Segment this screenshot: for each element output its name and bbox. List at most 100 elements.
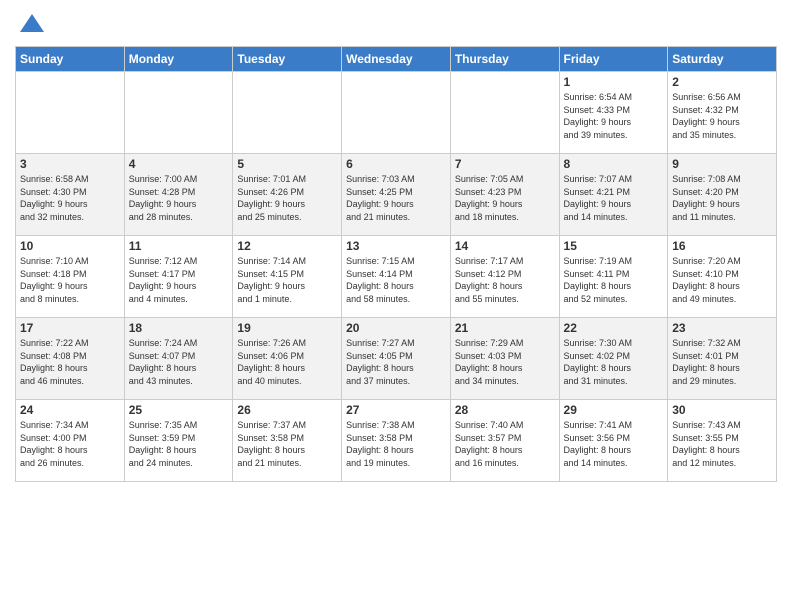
day-number: 25 [129, 403, 229, 417]
day-info: Sunrise: 7:03 AM Sunset: 4:25 PM Dayligh… [346, 173, 446, 223]
day-info: Sunrise: 7:00 AM Sunset: 4:28 PM Dayligh… [129, 173, 229, 223]
calendar-cell: 22 Sunrise: 7:30 AM Sunset: 4:02 PM Dayli… [559, 318, 668, 400]
day-number: 6 [346, 157, 446, 171]
day-info: Sunrise: 7:12 AM Sunset: 4:17 PM Dayligh… [129, 255, 229, 305]
calendar-header-monday: Monday [124, 47, 233, 72]
calendar-cell: 27 Sunrise: 7:38 AM Sunset: 3:58 PM Dayli… [342, 400, 451, 482]
calendar-cell: 8 Sunrise: 7:07 AM Sunset: 4:21 PM Daylig… [559, 154, 668, 236]
calendar-body: 1 Sunrise: 6:54 AM Sunset: 4:33 PM Daylig… [16, 72, 777, 482]
day-number: 11 [129, 239, 229, 253]
day-number: 9 [672, 157, 772, 171]
day-number: 7 [455, 157, 555, 171]
calendar-cell: 26Sunrise: 7:37 AM Sunset: 3:58 PM Dayli… [233, 400, 342, 482]
day-info: Sunrise: 7:35 AM Sunset: 3:59 PM Dayligh… [129, 419, 229, 469]
calendar-cell: 3 Sunrise: 6:58 AM Sunset: 4:30 PM Daylig… [16, 154, 125, 236]
calendar-header-wednesday: Wednesday [342, 47, 451, 72]
day-number: 17 [20, 321, 120, 335]
day-info: Sunrise: 7:26 AM Sunset: 4:06 PM Dayligh… [237, 337, 337, 387]
day-info: Sunrise: 7:01 AM Sunset: 4:26 PM Dayligh… [237, 173, 337, 223]
calendar-cell: 9 Sunrise: 7:08 AM Sunset: 4:20 PM Daylig… [668, 154, 777, 236]
day-number: 29 [564, 403, 664, 417]
page: SundayMondayTuesdayWednesdayThursdayFrid… [0, 0, 792, 612]
day-info: Sunrise: 7:30 AM Sunset: 4:02 PM Dayligh… [564, 337, 664, 387]
day-number: 16 [672, 239, 772, 253]
calendar-cell: 20 Sunrise: 7:27 AM Sunset: 4:05 PM Dayli… [342, 318, 451, 400]
calendar-cell [233, 72, 342, 154]
calendar-cell: 1 Sunrise: 6:54 AM Sunset: 4:33 PM Daylig… [559, 72, 668, 154]
day-number: 30 [672, 403, 772, 417]
calendar-cell: 11 Sunrise: 7:12 AM Sunset: 4:17 PM Dayli… [124, 236, 233, 318]
day-info: Sunrise: 7:29 AM Sunset: 4:03 PM Dayligh… [455, 337, 555, 387]
calendar-week-3: 10 Sunrise: 7:10 AM Sunset: 4:18 PM Dayli… [16, 236, 777, 318]
day-info: Sunrise: 7:32 AM Sunset: 4:01 PM Dayligh… [672, 337, 772, 387]
day-number: 8 [564, 157, 664, 171]
calendar-week-1: 1 Sunrise: 6:54 AM Sunset: 4:33 PM Daylig… [16, 72, 777, 154]
day-number: 1 [564, 75, 664, 89]
day-info: Sunrise: 7:27 AM Sunset: 4:05 PM Dayligh… [346, 337, 446, 387]
day-info: Sunrise: 7:17 AM Sunset: 4:12 PM Dayligh… [455, 255, 555, 305]
calendar-header-thursday: Thursday [450, 47, 559, 72]
day-info: Sunrise: 7:22 AM Sunset: 4:08 PM Dayligh… [20, 337, 120, 387]
calendar-cell: 13 Sunrise: 7:15 AM Sunset: 4:14 PM Dayli… [342, 236, 451, 318]
calendar-table: SundayMondayTuesdayWednesdayThursdayFrid… [15, 46, 777, 482]
calendar-header-row: SundayMondayTuesdayWednesdayThursdayFrid… [16, 47, 777, 72]
calendar-cell [124, 72, 233, 154]
calendar-cell: 18 Sunrise: 7:24 AM Sunset: 4:07 PM Dayli… [124, 318, 233, 400]
calendar-header-sunday: Sunday [16, 47, 125, 72]
day-number: 19 [237, 321, 337, 335]
calendar-cell: 4 Sunrise: 7:00 AM Sunset: 4:28 PM Daylig… [124, 154, 233, 236]
day-number: 21 [455, 321, 555, 335]
calendar-cell: 19 Sunrise: 7:26 AM Sunset: 4:06 PM Dayli… [233, 318, 342, 400]
day-number: 5 [237, 157, 337, 171]
day-info: Sunrise: 7:34 AM Sunset: 4:00 PM Dayligh… [20, 419, 120, 469]
day-info: Sunrise: 7:07 AM Sunset: 4:21 PM Dayligh… [564, 173, 664, 223]
day-info: Sunrise: 7:38 AM Sunset: 3:58 PM Dayligh… [346, 419, 446, 469]
day-info: Sunrise: 7:15 AM Sunset: 4:14 PM Dayligh… [346, 255, 446, 305]
day-info: Sunrise: 7:24 AM Sunset: 4:07 PM Dayligh… [129, 337, 229, 387]
logo [15, 10, 46, 38]
day-info: Sunrise: 7:41 AM Sunset: 3:56 PM Dayligh… [564, 419, 664, 469]
calendar-cell: 21 Sunrise: 7:29 AM Sunset: 4:03 PM Dayli… [450, 318, 559, 400]
day-info: Sunrise: 6:58 AM Sunset: 4:30 PM Dayligh… [20, 173, 120, 223]
day-info: Sunrise: 7:10 AM Sunset: 4:18 PM Dayligh… [20, 255, 120, 305]
day-number: 18 [129, 321, 229, 335]
day-number: 15 [564, 239, 664, 253]
day-info: Sunrise: 7:20 AM Sunset: 4:10 PM Dayligh… [672, 255, 772, 305]
calendar-cell: 5 Sunrise: 7:01 AM Sunset: 4:26 PM Daylig… [233, 154, 342, 236]
calendar-cell: 6 Sunrise: 7:03 AM Sunset: 4:25 PM Daylig… [342, 154, 451, 236]
day-number: 10 [20, 239, 120, 253]
header [15, 10, 777, 38]
calendar-cell: 17 Sunrise: 7:22 AM Sunset: 4:08 PM Dayli… [16, 318, 125, 400]
calendar-cell: 29 Sunrise: 7:41 AM Sunset: 3:56 PM Dayli… [559, 400, 668, 482]
day-number: 24 [20, 403, 120, 417]
day-info: Sunrise: 6:56 AM Sunset: 4:32 PM Dayligh… [672, 91, 772, 141]
calendar-cell [450, 72, 559, 154]
day-number: 13 [346, 239, 446, 253]
calendar-cell: 15Sunrise: 7:19 AM Sunset: 4:11 PM Dayli… [559, 236, 668, 318]
day-number: 20 [346, 321, 446, 335]
day-info: Sunrise: 6:54 AM Sunset: 4:33 PM Dayligh… [564, 91, 664, 141]
calendar-week-4: 17 Sunrise: 7:22 AM Sunset: 4:08 PM Dayli… [16, 318, 777, 400]
day-number: 22 [564, 321, 664, 335]
day-info: Sunrise: 7:08 AM Sunset: 4:20 PM Dayligh… [672, 173, 772, 223]
day-number: 23 [672, 321, 772, 335]
calendar-week-2: 3 Sunrise: 6:58 AM Sunset: 4:30 PM Daylig… [16, 154, 777, 236]
day-info: Sunrise: 7:05 AM Sunset: 4:23 PM Dayligh… [455, 173, 555, 223]
day-number: 27 [346, 403, 446, 417]
calendar-cell: 7 Sunrise: 7:05 AM Sunset: 4:23 PM Daylig… [450, 154, 559, 236]
day-number: 3 [20, 157, 120, 171]
calendar-week-5: 24 Sunrise: 7:34 AM Sunset: 4:00 PM Dayli… [16, 400, 777, 482]
day-info: Sunrise: 7:37 AM Sunset: 3:58 PM Dayligh… [237, 419, 337, 469]
calendar-cell: 28Sunrise: 7:40 AM Sunset: 3:57 PM Dayli… [450, 400, 559, 482]
day-number: 4 [129, 157, 229, 171]
day-number: 28 [455, 403, 555, 417]
calendar-cell: 14Sunrise: 7:17 AM Sunset: 4:12 PM Dayli… [450, 236, 559, 318]
day-number: 2 [672, 75, 772, 89]
day-number: 12 [237, 239, 337, 253]
calendar-cell: 12 Sunrise: 7:14 AM Sunset: 4:15 PM Dayli… [233, 236, 342, 318]
calendar-cell: 2 Sunrise: 6:56 AM Sunset: 4:32 PM Daylig… [668, 72, 777, 154]
calendar-cell [16, 72, 125, 154]
day-info: Sunrise: 7:14 AM Sunset: 4:15 PM Dayligh… [237, 255, 337, 305]
calendar-cell [342, 72, 451, 154]
calendar-cell: 10 Sunrise: 7:10 AM Sunset: 4:18 PM Dayli… [16, 236, 125, 318]
